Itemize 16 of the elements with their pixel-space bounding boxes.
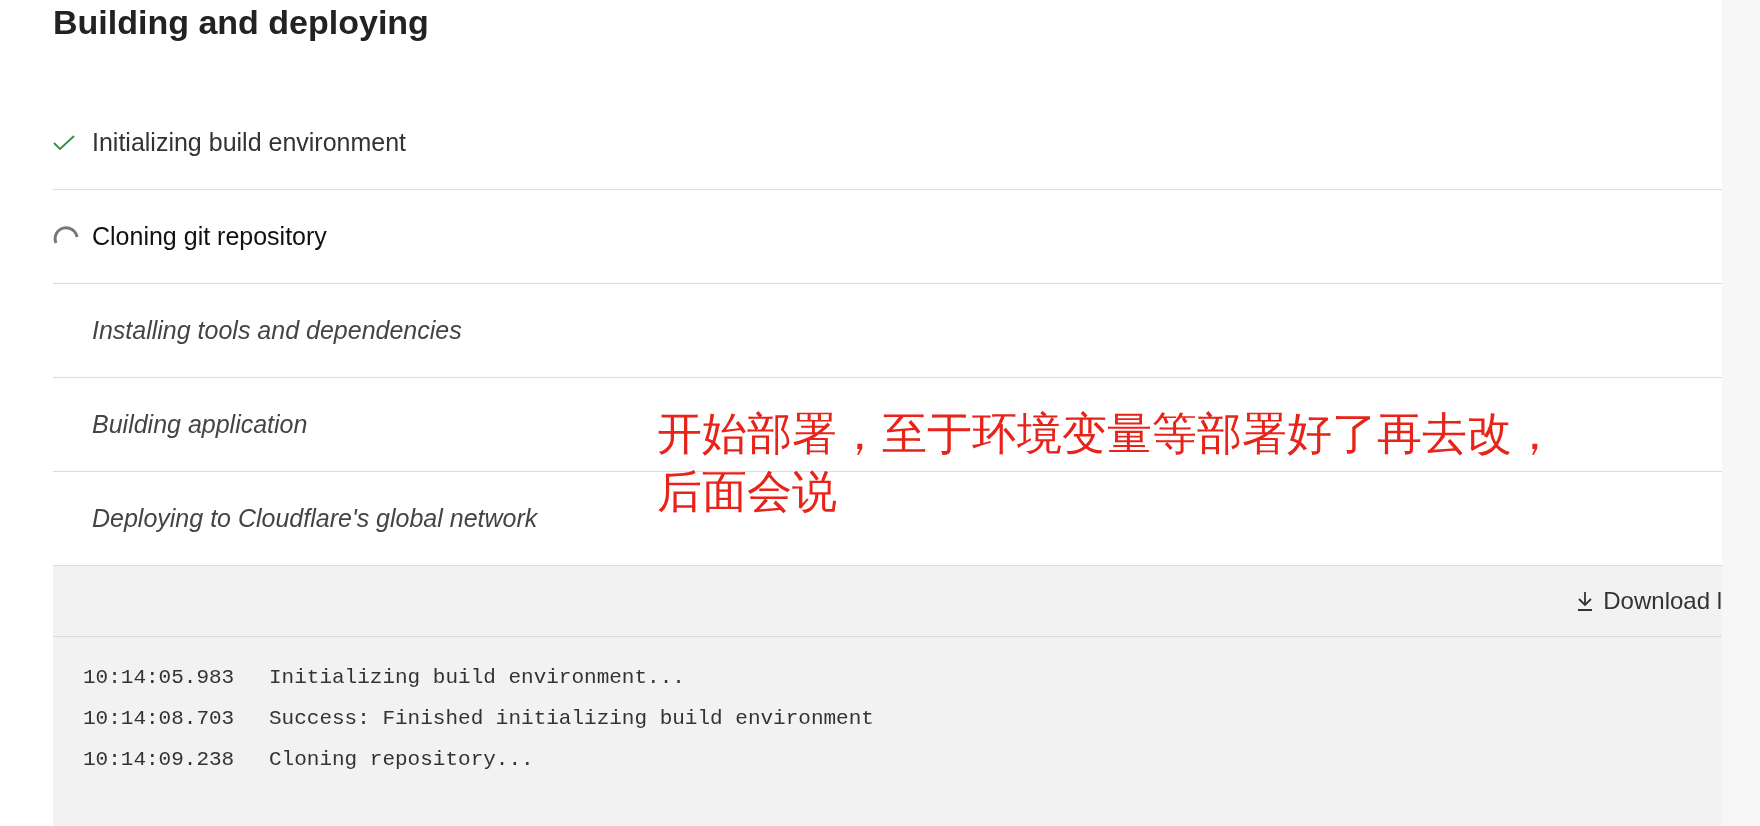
annotation-text: 开始部署，至于环境变量等部署好了再去改，: [657, 407, 1557, 460]
step-label: Initializing build environment: [92, 128, 407, 157]
download-log-button[interactable]: Download l: [1575, 587, 1722, 615]
log-timestamp: 10:14:05.983: [83, 666, 236, 689]
log-message: Initializing build environment...: [269, 666, 685, 689]
log-message: Success: Finished initializing build environment: [269, 707, 874, 730]
step-label: Installing tools and dependencies: [92, 316, 462, 345]
step-label: Cloning git repository: [92, 222, 327, 251]
step-label: Deploying to Cloudflare's global network: [92, 504, 538, 533]
checkmark-icon: [53, 134, 75, 151]
log-timestamp: 10:14:09.238: [83, 748, 236, 771]
log-timestamp: 10:14:08.703: [83, 707, 236, 730]
page-title: Building and deploying: [52, 2, 430, 42]
annotation-text: 后面会说: [657, 465, 837, 518]
step-label: Building application: [92, 410, 308, 439]
log-message: Cloning repository...: [269, 748, 534, 771]
